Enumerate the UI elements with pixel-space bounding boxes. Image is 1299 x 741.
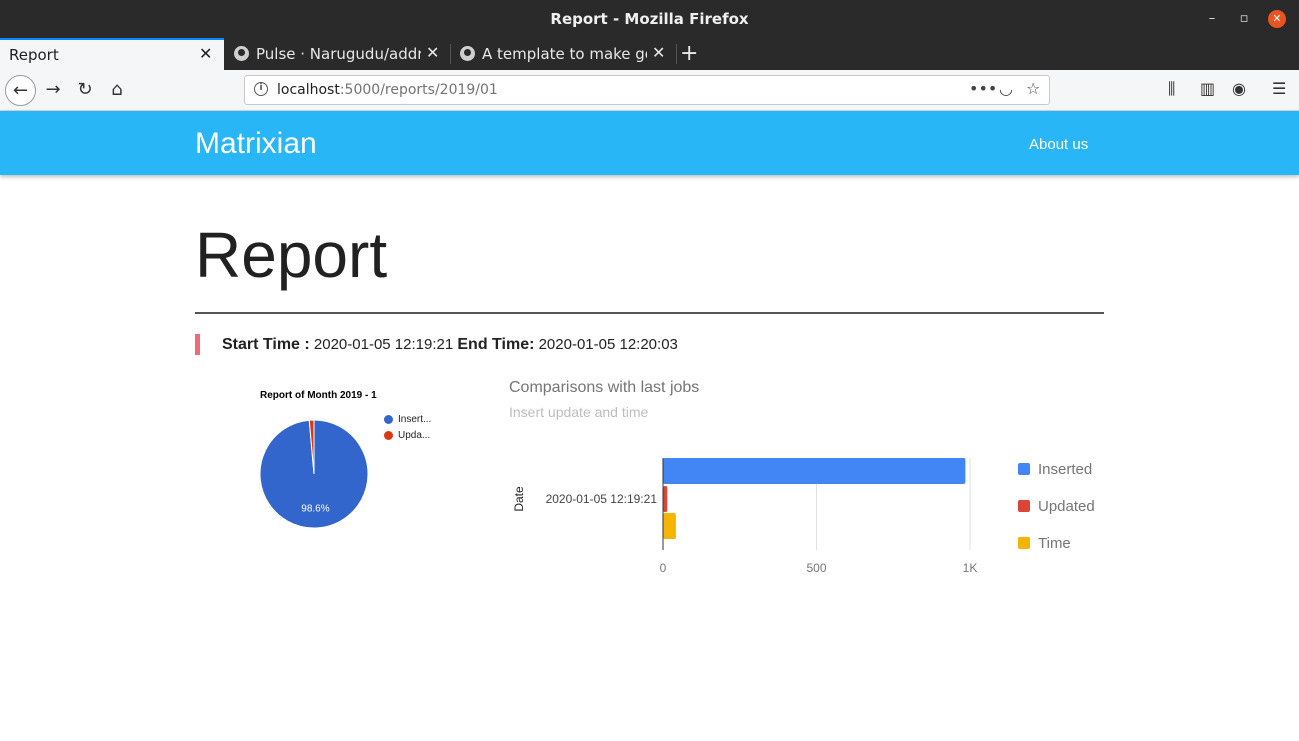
x-tick-label: 500 [806,561,826,575]
start-time-value: 2020-01-05 12:19:21 [313,336,454,353]
legend-label: Updated [1038,498,1095,515]
legend-swatch [384,431,393,440]
bar-chart-title: Comparisons with last jobs [509,379,700,396]
minimize-button[interactable]: – [1203,10,1221,28]
legend-label: Upda... [398,430,431,441]
menu-icon[interactable]: ☰ [1272,79,1286,98]
tab-label: A template to make good [482,45,647,63]
bar-time[interactable] [663,513,676,539]
bar-inserted[interactable] [663,458,966,484]
time-accent-bar [195,334,200,355]
library-icon[interactable]: ⫼ [1168,79,1175,99]
app-header: Matrixian About us [0,111,1299,175]
time-range: Start Time : 2020-01-05 12:19:21 End Tim… [222,336,678,354]
forward-button[interactable]: → [40,77,66,103]
github-icon [460,46,475,61]
bar-chart: 0 500 1K 2020-01-05 12:19:21 Date [512,458,978,575]
url-bar[interactable]: i localhost:5000/reports/2019/01 ••• ◡ ☆ [244,75,1050,105]
tab-pulse[interactable]: Pulse · Narugudu/address ✕ [226,38,448,70]
page-title: Report [195,219,388,291]
page-actions-icon[interactable]: ••• [969,79,997,98]
close-tab-icon[interactable]: ✕ [426,43,439,62]
new-tab-button[interactable]: + [680,41,698,66]
close-window-button[interactable]: ✕ [1268,10,1286,28]
site-info-icon[interactable]: i [254,82,268,96]
pie-chart: 98.6% [259,419,369,529]
bookmark-star-icon[interactable]: ☆ [1026,79,1040,98]
legend-label: Inserted [1038,461,1093,478]
x-tick-label: 0 [660,561,667,575]
tab-separator [676,44,677,64]
legend-swatch [1018,500,1030,512]
navigation-toolbar: ← → ↻ ⌂ i localhost:5000/reports/2019/01… [0,70,1299,111]
bar-chart-subtitle: Insert update and time [509,404,649,420]
url-text[interactable]: localhost:5000/reports/2019/01 [277,82,498,98]
brand-logo[interactable]: Matrixian [195,127,317,161]
home-button[interactable]: ⌂ [104,77,130,103]
legend-label: Insert... [398,414,432,425]
reload-button[interactable]: ↻ [72,77,98,103]
sidebar-icon[interactable]: ▥ [1200,79,1215,98]
pie-chart-title: Report of Month 2019 - 1 [260,390,377,401]
tab-label: Pulse · Narugudu/address [256,45,421,63]
pocket-icon[interactable]: ◡ [999,79,1013,98]
legend-swatch [1018,463,1030,475]
end-time-label: End Time: [457,336,535,353]
close-tab-icon[interactable]: ✕ [652,43,665,62]
tab-label: Report [9,46,59,64]
tab-template[interactable]: A template to make good ✕ [452,38,674,70]
window-title: Report - Mozilla Firefox [550,10,749,28]
window-titlebar: Report - Mozilla Firefox – ▫ ✕ [0,0,1299,38]
legend-swatch [1018,537,1030,549]
y-category-label: 2020-01-05 12:19:21 [546,492,658,506]
y-axis-title: Date [512,486,526,512]
tab-bar: Report ✕ Pulse · Narugudu/address ✕ A te… [0,38,1299,70]
about-us-link[interactable]: About us [1029,136,1088,153]
github-icon [234,46,249,61]
divider [195,312,1104,314]
x-tick-label: 1K [963,561,978,575]
maximize-button[interactable]: ▫ [1235,10,1253,28]
url-path: :5000/reports/2019/01 [339,82,498,98]
start-time-label: Start Time : [222,336,310,353]
url-host: localhost [277,82,340,98]
legend-label: Time [1038,535,1071,552]
bar-updated[interactable] [663,486,668,512]
tab-report[interactable]: Report ✕ [0,38,224,70]
end-time-value: 2020-01-05 12:20:03 [538,336,678,353]
pie-data-label: 98.6% [301,503,329,514]
legend-swatch [384,415,393,424]
tab-separator [450,44,451,64]
close-tab-icon[interactable]: ✕ [199,44,212,63]
account-icon[interactable]: ◉ [1232,79,1246,98]
back-button[interactable]: ← [5,75,36,106]
